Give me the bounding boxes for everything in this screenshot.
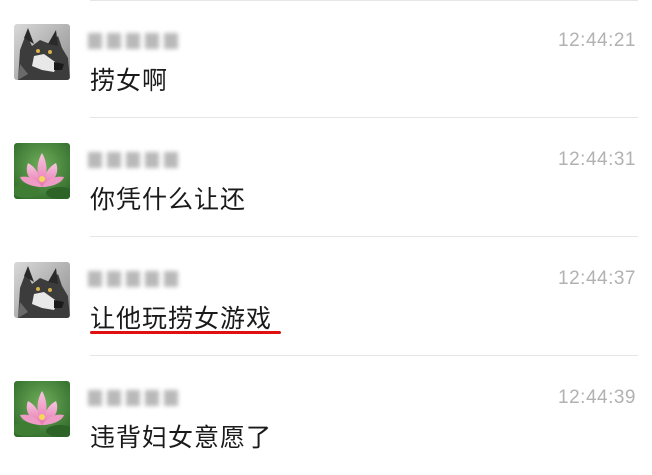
message-text[interactable]: 捞女啊 [90,61,168,97]
message-text[interactable]: 让他玩捞女游戏 [90,299,272,335]
lotus-avatar[interactable] [14,381,70,437]
lotus-avatar-image [14,381,70,437]
divider [90,355,638,356]
lotus-avatar[interactable] [14,143,70,199]
divider [90,236,638,237]
message-row[interactable]: 12:44:21 捞女啊 [0,0,652,118]
red-underline-highlight [90,331,281,334]
wolf-avatar-image [14,262,70,318]
chat-message-list: 12:44:21 捞女啊 12:44:31 你凭什么让还 12:44:37 让他… [0,0,652,469]
wolf-avatar[interactable] [14,24,70,80]
message-timestamp: 12:44:39 [558,387,636,408]
sender-name-blurred [88,32,178,50]
wolf-avatar-image [14,24,70,80]
message-row[interactable]: 12:44:37 让他玩捞女游戏 [0,238,652,356]
message-text[interactable]: 违背妇女意愿了 [90,418,272,454]
wolf-avatar[interactable] [14,262,70,318]
divider [90,117,638,118]
message-row[interactable]: 12:44:39 违背妇女意愿了 [0,357,652,475]
message-text[interactable]: 你凭什么让还 [90,180,246,216]
sender-name-blurred [88,151,178,169]
sender-name-blurred [88,270,178,288]
lotus-avatar-image [14,143,70,199]
message-timestamp: 12:44:31 [558,149,636,170]
sender-name-blurred [88,389,178,407]
message-timestamp: 12:44:37 [558,268,636,289]
message-row[interactable]: 12:44:31 你凭什么让还 [0,119,652,237]
message-timestamp: 12:44:21 [558,30,636,51]
